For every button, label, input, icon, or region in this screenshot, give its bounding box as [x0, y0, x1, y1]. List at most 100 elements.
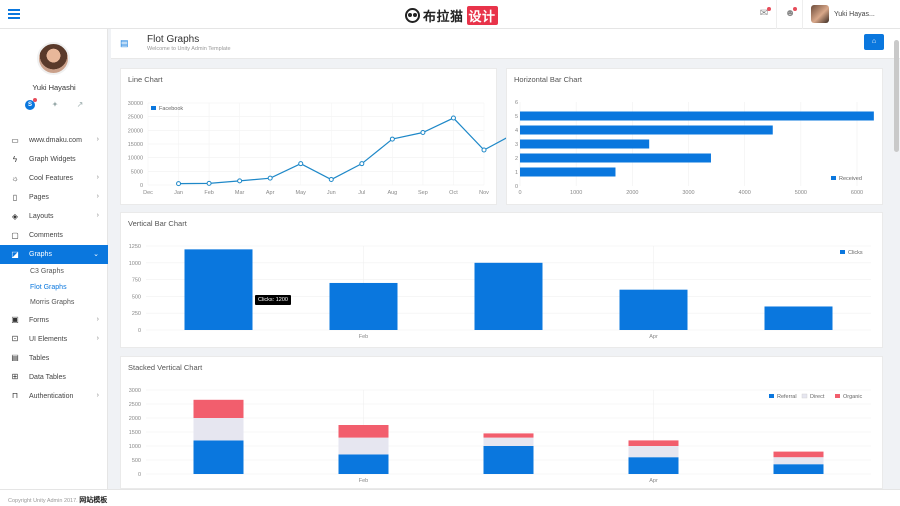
sidebar-item-www-dmaku-com[interactable]: ▭ www.dmaku.com ›	[0, 131, 108, 150]
table-icon: ▤	[11, 353, 19, 362]
chevron-right-icon: ›	[96, 315, 99, 323]
chevron-right-icon: ›	[96, 391, 99, 399]
x-tick-label: Apr	[266, 190, 275, 196]
y-tick-label: 2	[515, 156, 518, 162]
layers-icon: ◈	[11, 211, 19, 221]
footer-brand: 网站模板	[79, 497, 108, 504]
x-tick-label: Dec	[143, 190, 153, 196]
y-tick-label: 0	[138, 328, 141, 334]
copyright-text: Copyright Unity Admin 2017. 网站模板	[8, 495, 107, 505]
user-menu[interactable]: Yuki Hayas...	[811, 5, 875, 23]
box-icon: ⊡	[11, 334, 19, 343]
header-action-button[interactable]: ⌂	[864, 34, 884, 50]
user-name: Yuki Hayas...	[834, 10, 875, 18]
stacked-bar-segment	[628, 457, 679, 474]
sidebar-item-pages[interactable]: ▯ Pages ›	[0, 188, 108, 207]
sidebar-item-forms[interactable]: ▣ Forms ›	[0, 311, 108, 330]
sidebar-item-tables[interactable]: ▤ Tables	[0, 349, 108, 368]
sidebar-item-graph-widgets[interactable]: ϟ Graph Widgets	[0, 150, 108, 169]
legend-swatch	[840, 250, 845, 254]
stacked-vertical-chart-card: Stacked Vertical Chart 3000 2500 2000 1500 1…	[120, 356, 883, 489]
y-tick-label: 1	[515, 170, 518, 176]
hamburger-menu-icon[interactable]	[8, 9, 20, 19]
x-tick-label: Sep	[418, 190, 428, 196]
x-tick-label: Feb	[359, 478, 368, 484]
profile-avatar[interactable]	[37, 42, 70, 75]
bar	[520, 167, 616, 177]
bar	[520, 139, 650, 149]
x-tick-label: Oct	[449, 190, 458, 196]
skype-icon[interactable]: S	[25, 98, 37, 110]
y-tick-label: 0	[140, 183, 143, 189]
legend-swatch	[835, 394, 840, 398]
sidebar-item-data-tables[interactable]: ⊞ Data Tables	[0, 368, 108, 387]
sidebar: Yuki Hayashi S ✦ ↗ ▭ www.dmaku.com › ϟ Graph…	[0, 29, 108, 489]
sidebar-item-label: Pages	[29, 194, 49, 201]
series-line	[178, 117, 515, 185]
stacked-bar-segment	[193, 418, 244, 441]
home-icon: ⌂	[871, 38, 877, 45]
legend-swatch	[831, 176, 836, 180]
sidebar-item-graphs[interactable]: ◪ Graphs ⌄	[0, 245, 108, 264]
share-icon[interactable]: ↗	[75, 100, 85, 110]
stacked-bar-segment	[628, 446, 679, 458]
sidebar-item-comments[interactable]: ▢ Comments	[0, 226, 108, 245]
sidebar-item-label: Cool Features	[29, 175, 73, 182]
data-point	[359, 161, 365, 167]
submenu-item-c3-graphs[interactable]: C3 Graphs	[0, 264, 108, 280]
sidebar-item-cool-features[interactable]: ☼ Cool Features ›	[0, 169, 108, 188]
sidebar-item-label: Graph Widgets	[29, 156, 76, 163]
legend-swatch	[801, 393, 808, 399]
submenu-item-morris-graphs[interactable]: Morris Graphs	[0, 295, 108, 311]
y-tick-label: 250	[132, 311, 141, 317]
data-point	[206, 180, 212, 186]
divider	[802, 0, 803, 29]
bar	[764, 306, 833, 330]
chart-icon: ◪	[11, 249, 19, 259]
stacked-bar-segment	[338, 437, 389, 455]
x-tick-label: Mar	[235, 190, 245, 196]
y-tick-label: 750	[132, 278, 141, 284]
sidebar-item-label: Graphs	[29, 251, 52, 258]
chart-icon: ▤	[120, 38, 129, 48]
x-tick-label: 2000	[626, 190, 638, 196]
logo-text: 布拉猫	[423, 9, 464, 25]
top-bar: 布拉猫 设计 ✉ ☻ Yuki Hayas...	[0, 0, 900, 29]
chevron-right-icon: ›	[96, 174, 99, 181]
stacked-bar-segment	[193, 399, 244, 418]
y-tick-label: 1500	[129, 430, 141, 436]
page-scrollbar[interactable]	[894, 40, 899, 152]
stacked-bar-segment	[773, 457, 824, 465]
stacked-bar-segment	[338, 454, 389, 474]
x-tick-label: Aug	[387, 190, 397, 196]
y-tick-label: 2000	[129, 416, 141, 422]
divider	[776, 0, 777, 29]
brand-logo[interactable]: 布拉猫 设计	[405, 5, 498, 25]
sidebar-item-authentication[interactable]: ⊓ Authentication ›	[0, 387, 108, 406]
line-chart: 300002500020000150001000050000Dec Jan Feb M…	[128, 101, 515, 196]
file-icon: ▯	[12, 192, 18, 202]
bar	[520, 153, 711, 163]
data-point	[450, 115, 456, 121]
chevron-down-icon: ⌄	[93, 251, 99, 258]
y-tick-label: 15000	[128, 142, 143, 148]
profile-name: Yuki Hayashi	[32, 83, 76, 92]
y-tick-label: 500	[132, 294, 141, 300]
chevron-right-icon: ›	[96, 334, 99, 342]
submenu-item-flot-graphs[interactable]: Flot Graphs	[0, 280, 108, 296]
sidebar-item-layouts[interactable]: ◈ Layouts ›	[0, 207, 108, 226]
legend-swatch	[151, 106, 156, 110]
data-point	[328, 177, 334, 183]
sidebar-item-label: Authentication	[29, 392, 74, 400]
page-subtitle: Welcome to Unity Admin Template	[147, 46, 231, 52]
x-tick-label: 0	[518, 190, 521, 196]
x-tick-label: Apr	[649, 478, 658, 484]
twitter-icon[interactable]: ✦	[50, 100, 60, 110]
legend-swatch	[769, 394, 774, 398]
horizontal-bar-chart: 0 1000 2000 3000 4000 5000 6000 6 5 4 3 2 1 0 Received	[515, 100, 874, 196]
grid-icon: ▣	[11, 315, 19, 324]
sidebar-item-ui-elements[interactable]: ⊡ UI Elements ›	[0, 330, 108, 349]
y-tick-label: 3000	[129, 388, 141, 394]
notifications-icon[interactable]: ✉	[758, 7, 771, 20]
user-alert-icon[interactable]: ☻	[784, 7, 797, 20]
